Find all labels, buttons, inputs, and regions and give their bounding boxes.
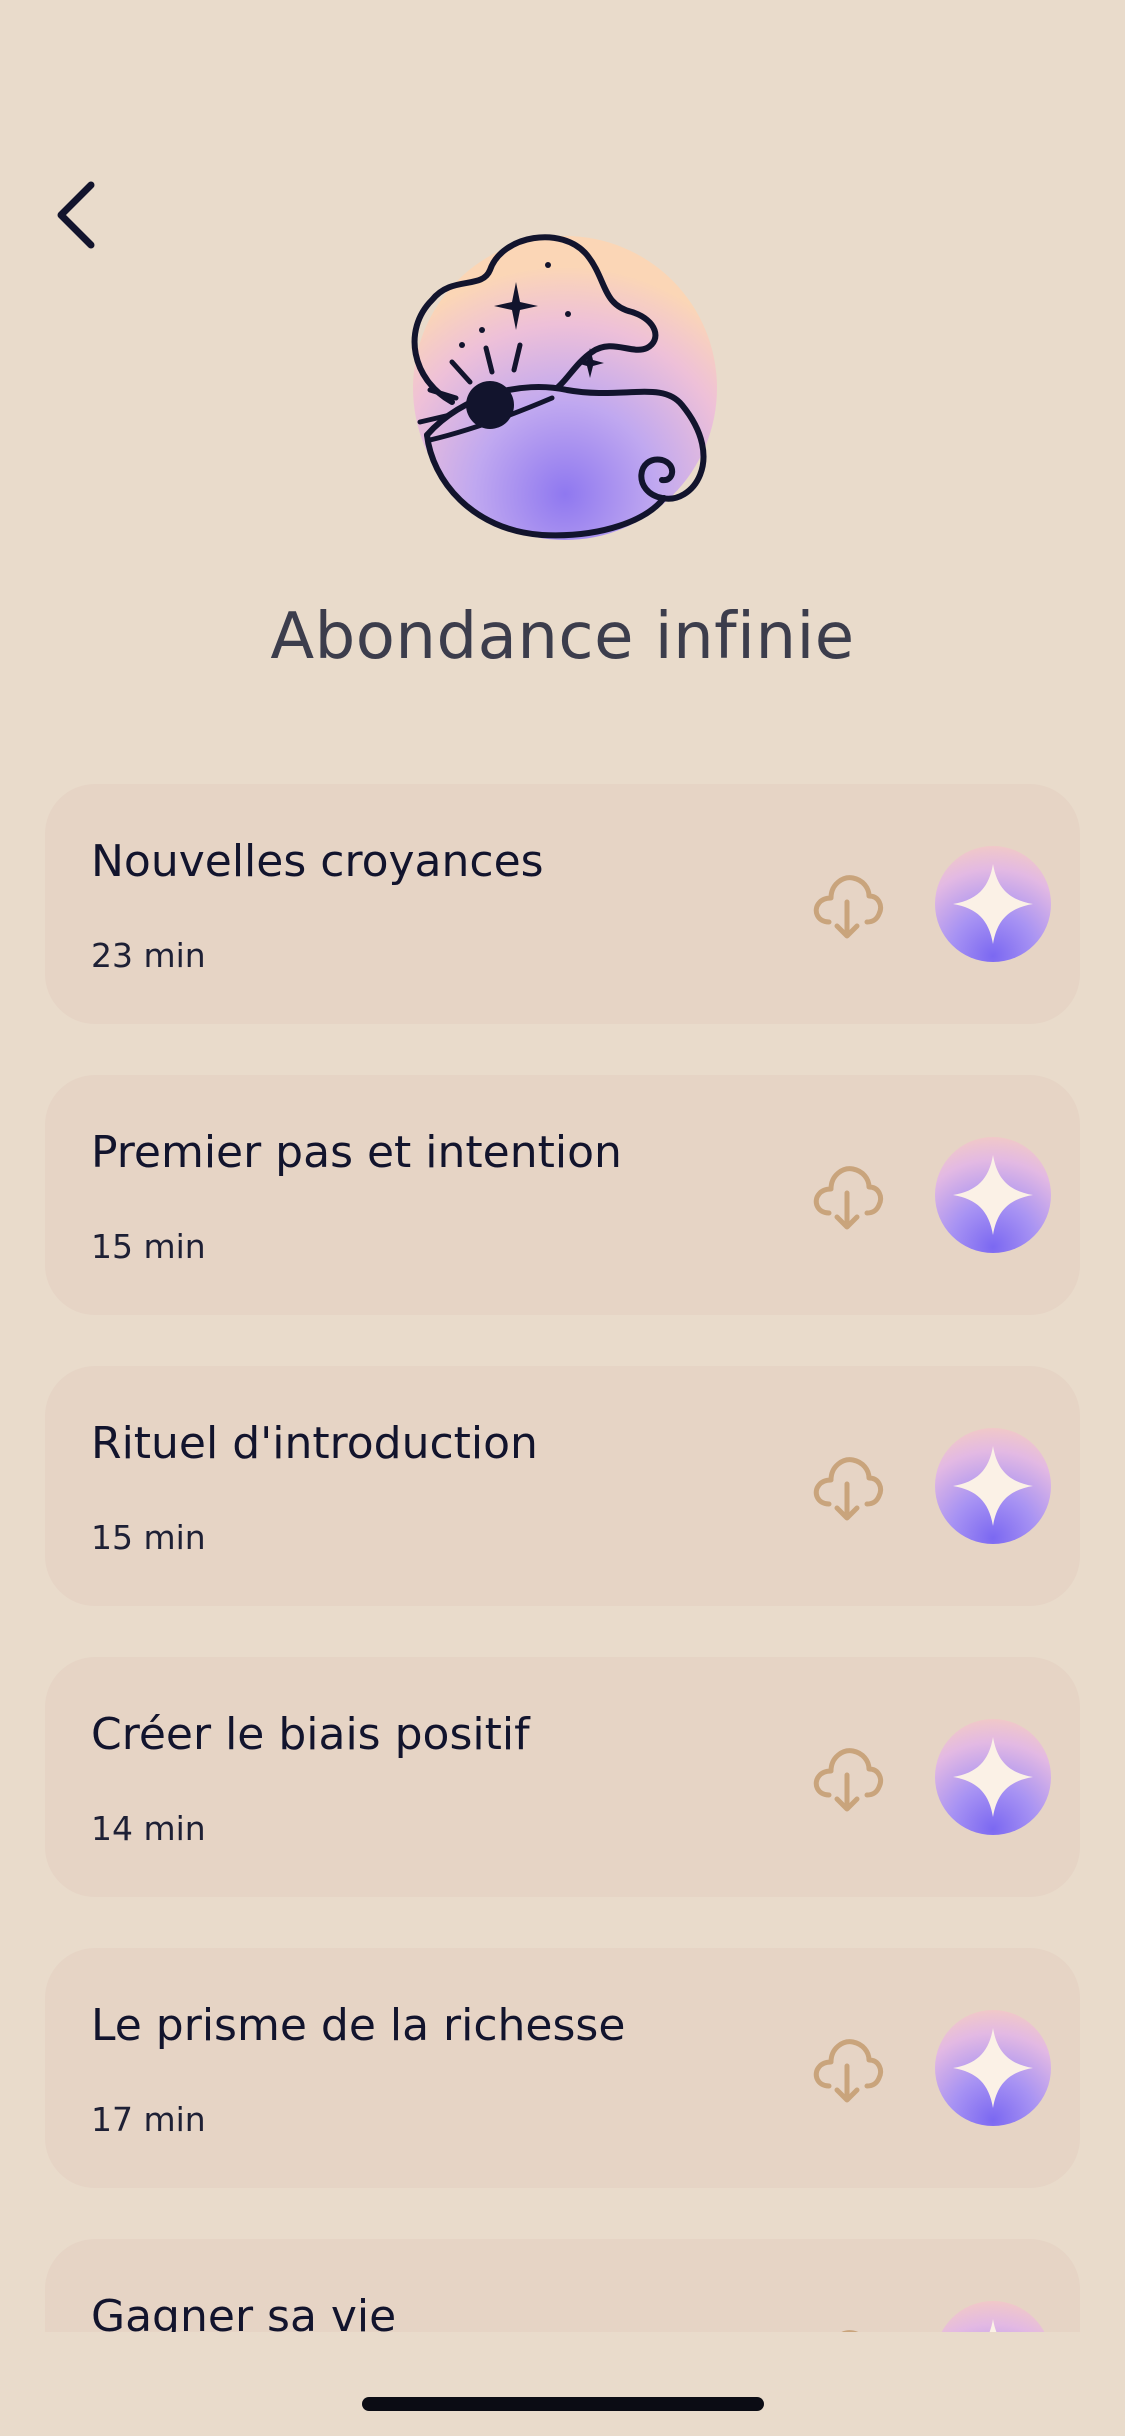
back-button[interactable] bbox=[40, 170, 110, 260]
session-duration: 14 min bbox=[91, 1809, 206, 1848]
session-card[interactable]: Le prisme de la richesse 17 min bbox=[45, 1948, 1080, 2188]
download-button[interactable] bbox=[807, 1737, 887, 1817]
session-title: Rituel d'introduction bbox=[91, 1418, 538, 1469]
session-title: Gagner sa vie bbox=[91, 2291, 397, 2332]
sparkle-play-icon bbox=[989, 2319, 997, 2332]
sparkle-play-icon bbox=[953, 1737, 1033, 1817]
session-duration: 17 min bbox=[91, 2100, 206, 2139]
cloud-download-icon bbox=[813, 1748, 884, 1812]
session-title: Le prisme de la richesse bbox=[91, 2000, 626, 2051]
session-duration: 15 min bbox=[91, 1518, 206, 1557]
play-button[interactable] bbox=[935, 1137, 1051, 1253]
play-button[interactable] bbox=[935, 846, 1051, 962]
hero-illustration bbox=[392, 230, 732, 550]
play-button[interactable] bbox=[935, 1719, 1051, 1835]
cloud-download-icon bbox=[813, 1457, 884, 1521]
session-card[interactable]: Nouvelles croyances 23 min bbox=[45, 784, 1080, 1024]
session-card[interactable]: Premier pas et intention 15 min bbox=[45, 1075, 1080, 1315]
session-duration: 23 min bbox=[91, 936, 206, 975]
cloud-download-icon bbox=[813, 875, 884, 939]
play-button[interactable] bbox=[935, 1428, 1051, 1544]
play-button[interactable] bbox=[935, 2010, 1051, 2126]
download-button[interactable] bbox=[807, 864, 887, 944]
page-title: Abondance infinie bbox=[270, 600, 855, 674]
cloud-download-icon bbox=[813, 2039, 884, 2103]
session-card[interactable]: Rituel d'introduction 15 min bbox=[45, 1366, 1080, 1606]
sparkle-play-icon bbox=[953, 864, 1033, 944]
sparkle-play-icon bbox=[953, 1155, 1033, 1235]
session-title: Créer le biais positif bbox=[91, 1709, 530, 1760]
session-card[interactable]: Créer le biais positif 14 min bbox=[45, 1657, 1080, 1897]
sparkle-play-icon bbox=[953, 1446, 1033, 1526]
session-duration: 15 min bbox=[91, 1227, 206, 1266]
session-title: Nouvelles croyances bbox=[91, 836, 544, 887]
download-button[interactable] bbox=[807, 2028, 887, 2108]
chevron-left-icon bbox=[57, 181, 95, 249]
session-title: Premier pas et intention bbox=[91, 1127, 622, 1178]
cloud-download-icon bbox=[813, 1166, 884, 1230]
mystic-eye-cloud-icon bbox=[411, 234, 717, 540]
download-button[interactable] bbox=[807, 1155, 887, 1235]
download-button[interactable] bbox=[807, 2319, 887, 2332]
play-button[interactable] bbox=[935, 2301, 1051, 2332]
download-button[interactable] bbox=[807, 1446, 887, 1526]
session-card[interactable]: Gagner sa vie bbox=[45, 2239, 1080, 2332]
cloud-download-icon bbox=[841, 2330, 859, 2332]
sparkle-play-icon bbox=[953, 2028, 1033, 2108]
home-indicator[interactable] bbox=[362, 2397, 764, 2411]
session-list[interactable]: Nouvelles croyances 23 min Premier pas e… bbox=[0, 784, 1125, 2332]
